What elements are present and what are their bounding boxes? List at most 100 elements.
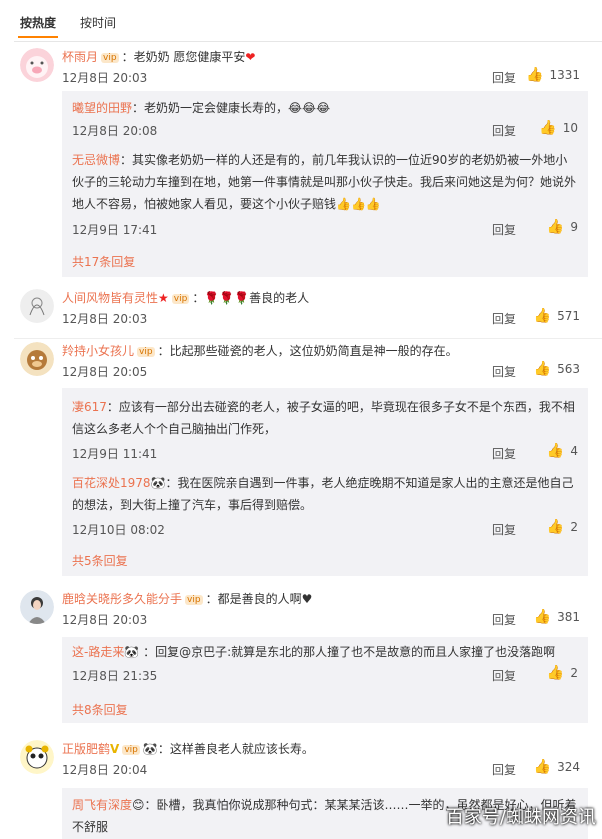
avatar[interactable] [20,590,54,624]
sub-reply: 这-路走来🐼 ：回复@京巴子:就算是东北的那人撞了也不是故意的而且人家撞了也没落… [62,637,588,695]
reply-button[interactable]: 回复 [492,363,516,380]
comment-text: ：都是善良的人啊♥ [205,592,313,606]
comment-time: 12月8日 20:03 [62,71,148,85]
reply-button[interactable]: 回复 [492,521,516,538]
comment-time: 12月8日 20:05 [62,365,148,379]
reply-username[interactable]: 这-路走来 [72,645,124,659]
reply-button[interactable]: 回复 [492,69,516,86]
comment-username[interactable]: 杯雨月 [62,50,98,64]
v-verified-icon: V [110,742,120,756]
like-button[interactable]: 👍 9 [547,219,578,235]
reply-time: 12月10日 08:02 [72,523,165,537]
avatar-panda-icon [20,740,54,774]
reply-button[interactable]: 回复 [492,310,516,327]
reply-username[interactable]: 无忌微博 [72,153,120,167]
like-button[interactable]: 👍 381 [534,609,580,625]
comment-time: 12月8日 20:04 [62,763,148,777]
panda-icon: 🐼 [124,645,140,659]
thumbs-up-icon: 👍 [526,67,544,83]
like-button[interactable]: 👍 2 [547,519,578,535]
like-count: 4 [570,444,578,458]
avatar[interactable] [20,342,54,376]
star-icon: ★ [158,291,169,305]
thumbs-up-icon: 👍 [546,443,565,459]
like-count: 9 [570,220,578,234]
thumbs-up-icon: 👍 [539,120,557,136]
vip-badge-icon: vip [137,347,155,357]
like-button[interactable]: 👍 4 [547,443,578,459]
reply-text: ：回复@京巴子:就算是东北的那人撞了也不是故意的而且人家撞了也没落跑啊 [139,645,556,659]
like-button[interactable]: 👍 2 [547,665,578,681]
comment-username[interactable]: 羚持小女孩儿 [62,344,134,358]
vip-badge-icon: vip [171,294,190,304]
avatar[interactable] [20,289,54,323]
like-count: 563 [557,362,580,376]
like-count: 571 [557,309,580,323]
thumbs-up-icon: 👍 [546,219,565,235]
vip-badge-icon: vip [101,53,119,63]
avatar-monkey-icon [20,342,54,376]
comment-time: 12月8日 20:03 [62,312,148,326]
comment: 杯雨月 vip ：老奶奶 愿您健康平安❤ 12月8日 20:03 回复 👍 1331 [16,42,588,92]
reply-username[interactable]: 周飞有深度 [72,798,132,812]
panda-icon: 🐼 [150,476,166,490]
like-button[interactable]: 👍 563 [534,361,580,377]
sub-reply: 百花深处1978🐼：我在医院亲自遇到一件事，老人绝症晚期不知道是家人出的主意还是… [62,468,588,548]
sub-reply: 凄617：应该有一部分出去碰瓷的老人，被子女逼的吧，毕竟现在很多子女不是个东西，… [62,388,588,468]
comment-text: ：这样善良老人就应该长寿。 [157,742,314,756]
comment-text: ：比起那些碰瓷的老人，这位奶奶简直是神一般的存在。 [157,344,458,358]
thumbs-up-icon: 👍 [546,519,565,535]
reply-time: 12月8日 20:08 [72,124,158,138]
more-replies-link[interactable]: 共17条回复 [72,253,135,270]
reply-button[interactable]: 回复 [492,667,516,684]
reply-thread: 这-路走来🐼 ：回复@京巴子:就算是东北的那人撞了也不是故意的而且人家撞了也没落… [62,637,588,723]
heart-icon: ❤ [245,50,256,64]
reply-button[interactable]: 回复 [492,122,516,139]
tab-sort-by-time[interactable]: 按时间 [78,14,118,38]
like-count: 10 [562,121,578,135]
thumbs-up-emoji-icon: 👍👍👍 [336,197,381,211]
thumbs-up-icon: 👍 [533,609,552,625]
watermark: 百家号/蜘蛛网资讯 [445,807,596,828]
thumbs-up-icon: 👍 [533,759,552,775]
reply-button[interactable]: 回复 [492,445,516,462]
more-replies-link[interactable]: 共8条回复 [72,701,128,718]
reply-text: ：其实像老奶奶一样的人还是有的，前几年我认识的一位近90岁的老奶奶被一外地小伙子… [72,153,577,211]
avatar-pig-icon [20,48,54,82]
tab-sort-by-hot[interactable]: 按热度 [18,14,59,38]
comment-text: ：老奶奶 愿您健康平安 [121,50,246,64]
like-button[interactable]: 👍 571 [534,308,580,324]
like-count: 2 [570,520,578,534]
like-count: 2 [570,666,578,680]
avatar-sketch-icon [20,289,54,323]
thumbs-up-icon: 👍 [533,308,552,324]
like-button[interactable]: 👍 324 [534,759,580,775]
reply-username[interactable]: 百花深处1978 [72,476,151,490]
reply-time: 12月9日 17:41 [72,223,158,237]
comment-time: 12月8日 20:03 [62,613,148,627]
comment-username[interactable]: 鹿晗关晓彤多久能分手 [62,592,182,606]
comment-username[interactable]: 正版肥鹤 [62,742,110,756]
like-count: 1331 [549,68,580,82]
reply-text: ：老奶奶一定会健康长寿的， [132,101,289,115]
thumbs-up-icon: 👍 [533,361,552,377]
like-button[interactable]: 👍 10 [539,120,578,136]
like-count: 381 [557,610,580,624]
reply-username[interactable]: 凄617 [72,400,107,414]
avatar[interactable] [20,48,54,82]
like-button[interactable]: 👍 1331 [526,67,580,83]
reply-button[interactable]: 回复 [492,221,516,238]
reply-button[interactable]: 回复 [492,761,516,778]
reply-username[interactable]: 曦望的田野 [72,101,132,115]
comment-text: ：🌹🌹🌹善良的老人 [192,291,310,305]
avatar-photo-icon [20,590,54,624]
comment: 正版肥鹤V vip 🐼：这样善良老人就应该长寿。 12月8日 20:04 回复 👍 3… [16,734,588,784]
avatar[interactable] [20,740,54,774]
like-count: 324 [557,760,580,774]
reply-button[interactable]: 回复 [492,611,516,628]
more-replies-link[interactable]: 共5条回复 [72,552,128,569]
comment: 羚持小女孩儿 vip ：比起那些碰瓷的老人，这位奶奶简直是神一般的存在。 12月8日… [16,336,588,386]
vip-badge-icon: vip [122,745,140,755]
emoji-icon: 😂😂😂 [288,101,331,115]
comment-username[interactable]: 人间风物皆有灵性 [62,291,158,305]
